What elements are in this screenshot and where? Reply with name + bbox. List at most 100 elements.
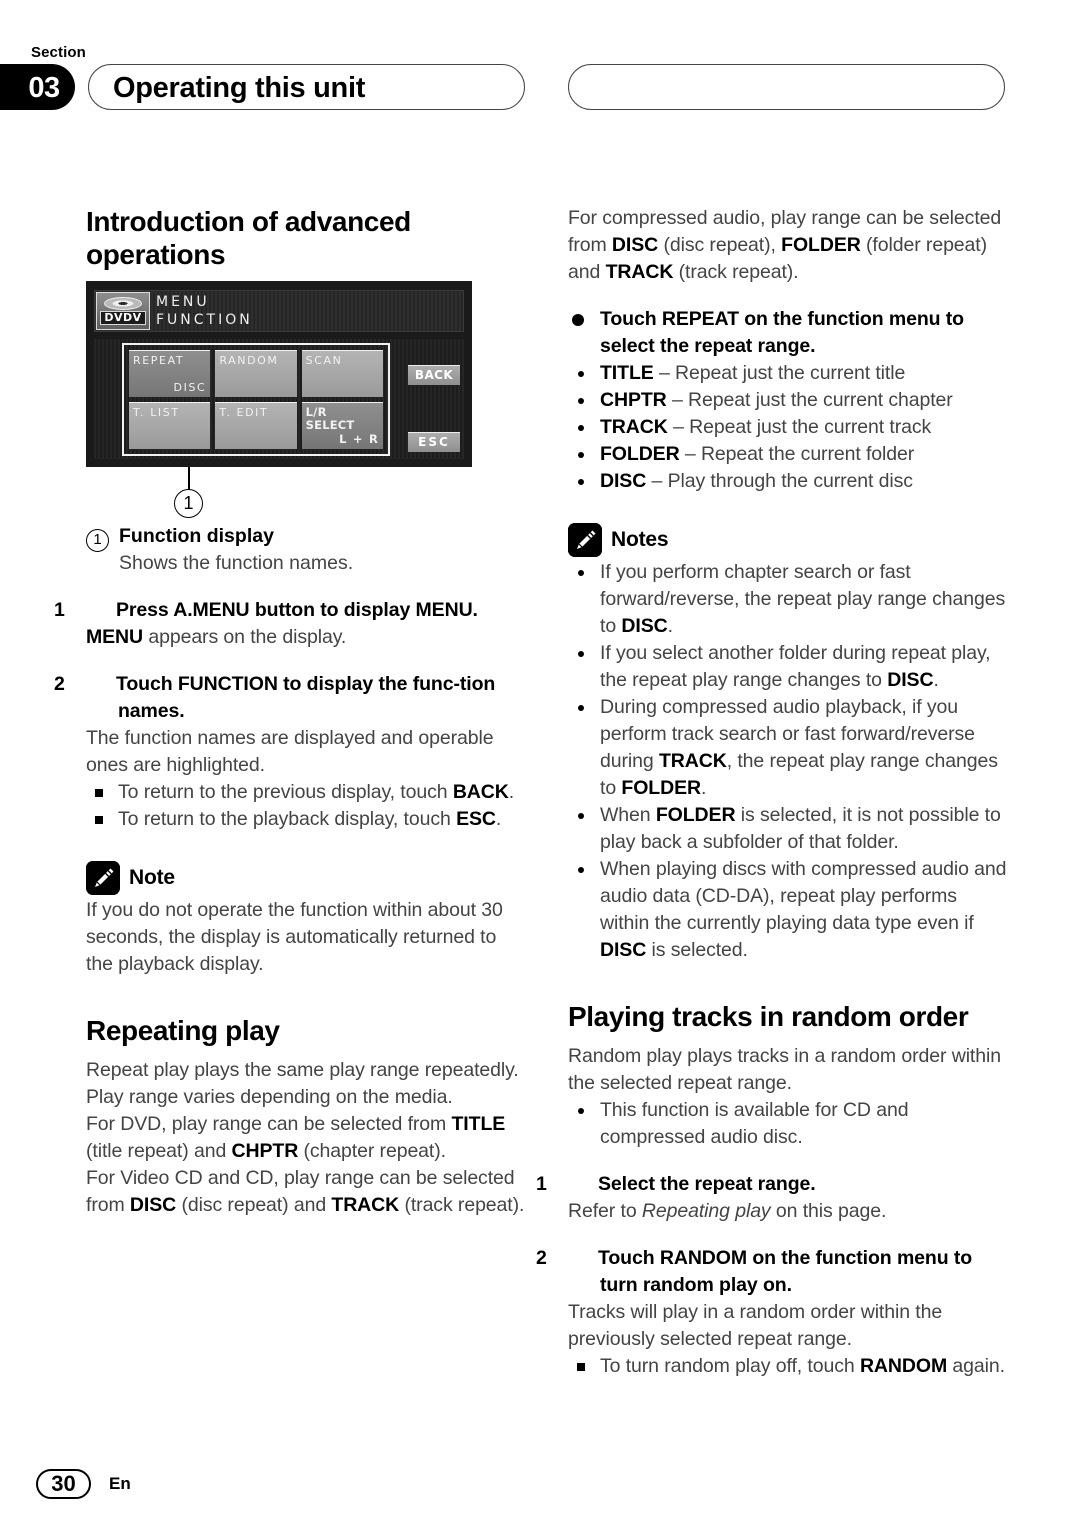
step-2-bullet-2-pre: To return to the playback display, touch bbox=[118, 808, 457, 830]
lcd-button-tedit[interactable]: T. EDIT bbox=[215, 402, 297, 449]
random-step-1-body: Refer to Repeating play on this page. bbox=[568, 1198, 1010, 1225]
note-item-2: If you select another folder during repe… bbox=[568, 640, 1010, 694]
lcd-button-repeat-sub: DISC bbox=[173, 381, 207, 394]
lcd-line-function: FUNCTION bbox=[156, 312, 253, 328]
random-step-1-number: 1 bbox=[536, 1173, 547, 1195]
step-2-bullet-2-bold: ESC bbox=[456, 808, 496, 830]
lcd-button-repeat[interactable]: REPEAT DISC bbox=[129, 350, 211, 397]
rt-track: TRACK bbox=[605, 261, 674, 283]
step-2-title: 2 Touch FUNCTION to display the func-tion… bbox=[54, 671, 528, 725]
note-3-b2: FOLDER bbox=[621, 777, 701, 799]
left-column: Introduction of advanced operations DVDV… bbox=[54, 205, 528, 1219]
random-step-2-bullet: To turn random play off, touch RANDOM ag… bbox=[568, 1353, 1010, 1380]
rp2-a: For DVD, play range can be selected from bbox=[86, 1113, 452, 1135]
step-1-number: 1 bbox=[54, 599, 65, 621]
step-2-bullet-1-bold: BACK bbox=[452, 781, 509, 803]
rs2-bullet-pre: To turn random play off, touch bbox=[600, 1355, 860, 1377]
random-step-2-text: Touch RANDOM on the function menu to tur… bbox=[598, 1247, 973, 1296]
step-2-body: The function names are displayed and ope… bbox=[86, 727, 494, 776]
language-code: En bbox=[109, 1474, 131, 1493]
rp3-track: TRACK bbox=[331, 1194, 400, 1216]
pencil-icon bbox=[568, 523, 602, 557]
rp2-chptr: CHPTR bbox=[231, 1140, 299, 1162]
lcd-button-tedit-label: T. EDIT bbox=[219, 406, 269, 419]
lcd-button-lr-label: L/R SELECT bbox=[305, 405, 355, 432]
note-4-a: When bbox=[600, 804, 656, 826]
lcd-button-esc[interactable]: ESC bbox=[408, 432, 460, 452]
repeat-option-track: TRACK – Repeat just the current track bbox=[568, 414, 1010, 441]
random-step-1-title: 1 Select the repeat range. bbox=[536, 1171, 1010, 1198]
notes-title: Notes bbox=[611, 528, 669, 551]
repeat-option-chptr-desc: – Repeat just the current chapter bbox=[666, 389, 953, 411]
note-3-b: TRACK bbox=[658, 750, 727, 772]
rt-e: (track repeat). bbox=[673, 261, 799, 283]
heading-repeating-play: Repeating play bbox=[86, 1015, 280, 1046]
lcd-button-scan-label: SCAN bbox=[305, 354, 343, 367]
rp3-c: (disc repeat) and bbox=[176, 1194, 332, 1216]
random-step-1-text: Select the repeat range. bbox=[598, 1173, 816, 1195]
rp2-c: (title repeat) and bbox=[86, 1140, 232, 1162]
page-header: Section 03 Operating this unit bbox=[0, 36, 1080, 116]
lcd-status-lines: MENU FUNCTION bbox=[156, 294, 253, 328]
repeat-option-disc: DISC – Play through the current disc bbox=[568, 468, 1010, 495]
lcd-button-tlist-label: T. LIST bbox=[133, 406, 180, 419]
step-1-text: Press A.MENU button to display MENU. bbox=[116, 599, 478, 621]
notes-header: Notes bbox=[568, 523, 1010, 557]
heading-introduction: Introduction of advanced operations bbox=[86, 206, 411, 270]
step-1-body-bold: MENU bbox=[86, 626, 144, 648]
lcd-button-lr-sub: L + R bbox=[339, 432, 379, 446]
legend-marker-1: 1 bbox=[86, 529, 109, 552]
legend-label-function-display: Function display bbox=[119, 525, 274, 547]
lcd-button-tlist[interactable]: T. LIST bbox=[129, 402, 211, 449]
lcd-line-menu: MENU bbox=[156, 294, 210, 310]
step-1-body-rest: appears on the display. bbox=[143, 626, 347, 648]
legend-function-display: 1 Function display bbox=[86, 525, 528, 552]
rt-disc: DISC bbox=[611, 234, 659, 256]
repeat-option-chptr-term: CHPTR bbox=[600, 389, 667, 411]
step-2-text: Touch FUNCTION to display the func-tion … bbox=[116, 673, 496, 722]
lcd-button-grid: REPEAT DISC RANDOM SCAN T. LIST T. EDIT bbox=[94, 339, 464, 459]
note-item-5: When playing discs with compressed audio… bbox=[568, 856, 1010, 964]
rt-c: (disc repeat), bbox=[658, 234, 782, 256]
note-5-a: When playing discs with compressed audio… bbox=[600, 858, 1007, 934]
lcd-figure: DVDV MENU FUNCTION REPEAT DISC RANDOM SC… bbox=[86, 281, 472, 518]
page-footer: 30 En bbox=[36, 1469, 131, 1499]
step-2-bullet-1: To return to the previous display, touch… bbox=[86, 779, 528, 806]
note-5-c: is selected. bbox=[646, 939, 748, 961]
repeat-option-folder-desc: – Repeat the current folder bbox=[679, 443, 915, 465]
lcd-side-buttons: BACK ESC bbox=[408, 343, 460, 456]
repeat-option-track-desc: – Repeat just the current track bbox=[667, 416, 932, 438]
note-1-b: DISC bbox=[621, 615, 668, 637]
note-title: Note bbox=[129, 866, 175, 889]
note-item-4: When FOLDER is selected, it is not possi… bbox=[568, 802, 1010, 856]
rp3-d: (track repeat). bbox=[399, 1194, 525, 1216]
dvd-badge-label: DVDV bbox=[100, 311, 146, 325]
repeat-option-disc-desc: – Play through the current disc bbox=[646, 470, 913, 492]
repeat-option-title-desc: – Repeat just the current title bbox=[653, 362, 906, 384]
repeat-option-chptr: CHPTR – Repeat just the current chapter bbox=[568, 387, 1010, 414]
repeating-play-para-1: Repeat play plays the same play range re… bbox=[86, 1059, 519, 1108]
disc-glyph bbox=[104, 297, 142, 310]
note-header: Note bbox=[86, 861, 528, 895]
step-2-number: 2 bbox=[54, 673, 65, 695]
legend-description: Shows the function names. bbox=[119, 552, 354, 574]
rs2-bullet-post: again. bbox=[947, 1355, 1005, 1377]
lcd-topbar: DVDV MENU FUNCTION bbox=[94, 290, 464, 332]
pencil-icon bbox=[86, 861, 120, 895]
repeat-option-title-term: TITLE bbox=[600, 362, 654, 384]
step-2-bullet-1-pre: To return to the previous display, touch bbox=[118, 781, 453, 803]
random-step-2-title: 2 Touch RANDOM on the function menu to tu… bbox=[536, 1245, 1010, 1299]
rs1-pre: Refer to bbox=[568, 1200, 642, 1222]
step-2-bullet-2: To return to the playback display, touch… bbox=[86, 806, 528, 833]
repeat-option-title: TITLE – Repeat just the current title bbox=[568, 360, 1010, 387]
lcd-button-back[interactable]: BACK bbox=[408, 365, 460, 385]
repeat-option-folder-term: FOLDER bbox=[600, 443, 680, 465]
lcd-button-random[interactable]: RANDOM bbox=[215, 350, 297, 397]
lcd-button-lr-select[interactable]: L/R SELECT L + R bbox=[301, 402, 383, 449]
dvd-disc-icon: DVDV bbox=[96, 292, 150, 330]
note-body: If you do not operate the function withi… bbox=[86, 899, 503, 975]
step-1-title: 1 Press A.MENU button to display MENU. bbox=[54, 597, 528, 624]
lcd-button-scan[interactable]: SCAN bbox=[301, 350, 383, 397]
repeating-play-para-2: For DVD, play range can be selected from… bbox=[86, 1111, 528, 1165]
repeat-option-track-term: TRACK bbox=[600, 416, 668, 438]
